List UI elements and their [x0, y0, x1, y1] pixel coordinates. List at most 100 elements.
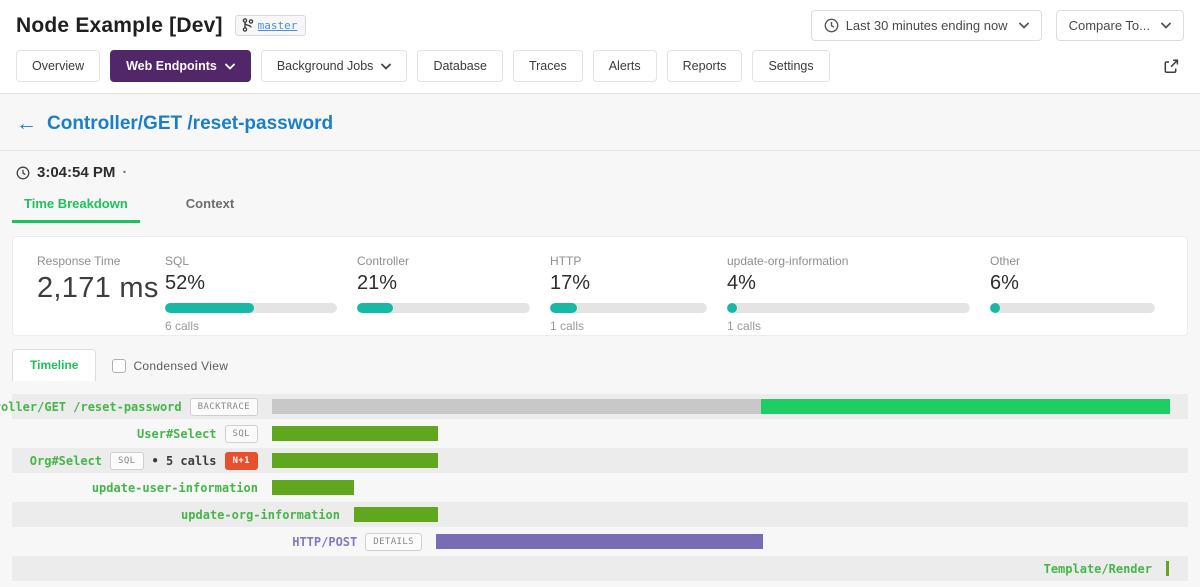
nav-tab-label: Overview — [32, 59, 84, 73]
timeline-bar-segment[interactable] — [761, 399, 1170, 414]
nav-tab-alerts[interactable]: Alerts — [593, 50, 657, 82]
git-branch-icon — [242, 18, 254, 32]
span-label: Template/Render — [1044, 562, 1152, 576]
nav-tab-label: Settings — [768, 59, 813, 73]
metric-label: Other — [990, 254, 1155, 268]
timeline-row: HTTP/POSTDETAILS — [12, 529, 1188, 554]
metrics-columns: SQL52%6 callsController21%HTTP17%1 calls… — [165, 254, 1175, 321]
app-title: Node Example [Dev] — [16, 14, 223, 38]
sql-badge[interactable]: SQL — [225, 425, 258, 443]
nav-tab-label: Traces — [529, 59, 567, 73]
timeline-header: Timeline Condensed View — [12, 352, 1188, 381]
metric-percent: 52% — [165, 272, 337, 295]
metric-calls: 1 calls — [550, 319, 707, 333]
timeline-row: Org#Select SQL • 5 calls N+1 — [12, 448, 1188, 473]
sql-badge[interactable]: SQL — [110, 452, 143, 470]
time-range-dropdown[interactable]: Last 30 minutes ending now — [811, 10, 1042, 41]
timeline-row-labels: update-org-information — [181, 502, 340, 527]
nav-tab-label: Alerts — [609, 59, 641, 73]
trace-tabs: Time Breakdown Context — [12, 196, 1184, 223]
main-content: ← Controller/GET /reset-password 3:04:54… — [0, 94, 1200, 581]
nav-tab-label: Background Jobs — [277, 59, 374, 73]
nav-tab-overview[interactable]: Overview — [16, 50, 100, 82]
timeline-row-labels: Controller/GET /reset-password BACKTRACE — [0, 394, 258, 419]
chevron-down-icon — [381, 63, 391, 70]
metric-calls — [990, 319, 1155, 333]
nav-tab-traces[interactable]: Traces — [513, 50, 583, 82]
metric-http: HTTP17%1 calls — [550, 254, 727, 321]
chevron-down-icon — [225, 63, 235, 70]
metric-bar-fill — [357, 303, 393, 313]
compare-to-dropdown[interactable]: Compare To... — [1056, 10, 1184, 41]
metric-percent: 21% — [357, 272, 530, 295]
metric-label: SQL — [165, 254, 337, 268]
timeline-bar-segment[interactable] — [354, 507, 438, 522]
metric-calls: 1 calls — [727, 319, 970, 333]
metric-update-org-information: update-org-information4%1 calls — [727, 254, 990, 321]
trace-timestamp: 3:04:54 PM · — [16, 164, 1184, 181]
chevron-down-icon — [1161, 22, 1171, 29]
metric-percent: 17% — [550, 272, 707, 295]
nav-tab-settings[interactable]: Settings — [752, 50, 829, 82]
metric-sql: SQL52%6 calls — [165, 254, 357, 321]
compare-to-label: Compare To... — [1069, 18, 1150, 33]
timeline-row: User#Select SQL — [12, 421, 1188, 446]
metric-bar-track — [990, 303, 1155, 313]
span-label: update-user-information — [92, 481, 258, 495]
metric-percent: 4% — [727, 272, 970, 295]
breadcrumb: ← Controller/GET /reset-password — [0, 94, 1200, 151]
timeline-row-labels: User#Select SQL — [137, 421, 258, 446]
nav-tab-label: Web Endpoints — [126, 59, 217, 73]
metric-bar-track — [727, 303, 970, 313]
response-time-value: 2,171 ms — [37, 272, 165, 305]
span-label: Controller/GET /reset-password — [0, 400, 182, 414]
metric-controller: Controller21% — [357, 254, 550, 321]
tab-context[interactable]: Context — [174, 196, 246, 223]
condensed-view-checkbox[interactable] — [112, 359, 126, 373]
span-label: Org#Select — [30, 454, 102, 468]
export-button[interactable] — [1161, 56, 1182, 77]
page: Node Example [Dev] master Last 30 minute… — [0, 0, 1200, 581]
timeline-row: Controller/GET /reset-passwordBACKTRACE — [12, 394, 1188, 419]
timeline: Controller/GET /reset-passwordBACKTRACEU… — [12, 394, 1188, 581]
nav-tab-label: Reports — [683, 59, 727, 73]
metric-bar-fill — [990, 303, 1000, 313]
nav-tab-web-endpoints[interactable]: Web Endpoints — [110, 50, 251, 82]
timeline-bar-segment[interactable] — [1166, 561, 1169, 576]
timeline-row: Template/Render — [12, 556, 1188, 581]
timeline-row-labels: HTTP/POSTDETAILS — [292, 529, 422, 554]
metric-label: HTTP — [550, 254, 707, 268]
backtrace-badge[interactable]: BACKTRACE — [190, 398, 258, 416]
clock-icon — [16, 166, 30, 180]
clock-icon — [824, 18, 839, 33]
timeline-row-labels: Template/Render — [1044, 556, 1152, 581]
condensed-view-toggle[interactable]: Condensed View — [112, 359, 228, 373]
nav-tab-reports[interactable]: Reports — [667, 50, 743, 82]
tab-time-breakdown[interactable]: Time Breakdown — [12, 196, 140, 223]
nav-tab-background-jobs[interactable]: Background Jobs — [261, 50, 408, 82]
metric-percent: 6% — [990, 272, 1155, 295]
timeline-row: update-user-information — [12, 475, 1188, 500]
metric-calls: 6 calls — [165, 319, 337, 333]
metric-calls — [357, 319, 530, 333]
timeline-row-labels: update-user-information — [92, 475, 258, 500]
nav-tab-database[interactable]: Database — [417, 50, 503, 82]
timeline-tab[interactable]: Timeline — [12, 349, 96, 381]
timeline-bar-segment[interactable] — [272, 399, 761, 414]
branch-link[interactable]: master — [258, 19, 298, 32]
branch-badge[interactable]: master — [235, 15, 307, 36]
call-count: • 5 calls — [152, 454, 217, 468]
n-plus-one-badge[interactable]: N+1 — [225, 452, 258, 470]
metric-bar-track — [550, 303, 707, 313]
chevron-down-icon — [1019, 22, 1029, 29]
timeline-bar-segment[interactable] — [272, 480, 354, 495]
span-label: User#Select — [137, 427, 216, 441]
endpoint-title[interactable]: Controller/GET /reset-password — [47, 113, 333, 135]
timeline-bar-segment[interactable] — [272, 426, 438, 441]
details-badge[interactable]: DETAILS — [365, 533, 422, 551]
trace-time-suffix: · — [122, 164, 127, 181]
back-link[interactable]: ← — [16, 115, 37, 133]
timeline-bar-segment[interactable] — [436, 534, 763, 549]
metric-bar-track — [165, 303, 337, 313]
timeline-bar-segment[interactable] — [272, 453, 438, 468]
